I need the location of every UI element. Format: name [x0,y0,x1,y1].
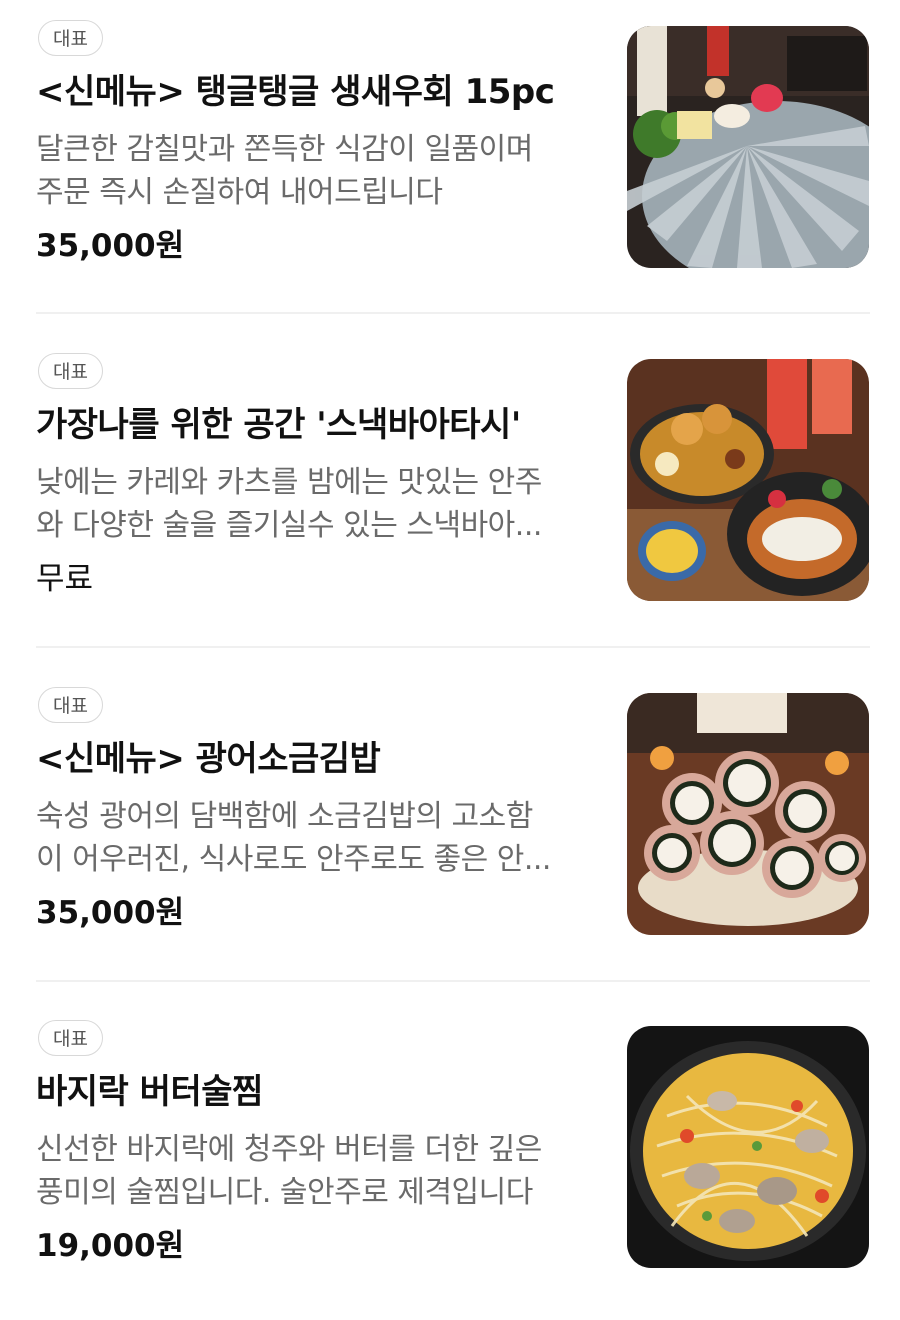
menu-item-description: 신선한 바지락에 청주와 버터를 더한 깊은 풍미의 술찜입니다. 술안주로 제… [36,1128,596,1214]
menu-list: 대표 <신메뉴> 탱글탱글 생새우회 15pc 달큰한 감칠맛과 쫀득한 식감이… [0,0,900,1312]
menu-item-photo[interactable] [627,359,869,601]
description-line: 주문 즉시 손질하여 내어드립니다 [36,175,443,210]
menu-item-title: 가장나를 위한 공간 '스낵바아타시' [36,405,521,445]
menu-item-flatfish-salt-gimbap[interactable]: 대표 <신메뉴> 광어소금김밥 숙성 광어의 담백함에 소금김밥의 고소함 이 … [0,687,900,987]
menu-item-description: 숙성 광어의 담백함에 소금김밥의 고소함 이 어우러진, 식사로도 안주로도 … [36,795,596,881]
menu-item-clam-butter-steamed[interactable]: 대표 바지락 버터술찜 신선한 바지락에 청주와 버터를 더한 깊은 풍미의 술… [0,1020,900,1320]
divider [36,646,870,648]
representative-badge: 대표 [38,1020,103,1056]
representative-badge: 대표 [38,687,103,723]
menu-item-photo[interactable] [627,693,869,935]
description-line: 풍미의 술찜입니다. 술안주로 제격입니다 [36,1175,533,1210]
divider [36,980,870,982]
menu-item-price: 35,000원 [36,895,185,931]
representative-badge: 대표 [38,353,103,389]
menu-item-description: 달큰한 감칠맛과 쫀득한 식감이 일품이며 주문 즉시 손질하여 내어드립니다 [36,128,596,214]
menu-item-shrimp-sashimi[interactable]: 대표 <신메뉴> 탱글탱글 생새우회 15pc 달큰한 감칠맛과 쫀득한 식감이… [0,20,900,320]
menu-item-snack-bar-atashi[interactable]: 대표 가장나를 위한 공간 '스낵바아타시' 낮에는 카레와 카츠를 밤에는 맛… [0,353,900,653]
menu-item-photo[interactable] [627,1026,869,1268]
menu-item-photo[interactable] [627,26,869,268]
menu-item-title: <신메뉴> 탱글탱글 생새우회 15pc [36,72,555,112]
menu-item-price: 무료 [36,561,94,597]
menu-item-price: 35,000원 [36,228,185,264]
description-line: 와 다양한 술을 즐기실수 있는 스낵바아... [36,508,542,543]
menu-item-title: <신메뉴> 광어소금김밥 [36,739,381,779]
menu-item-description: 낮에는 카레와 카츠를 밤에는 맛있는 안주 와 다양한 술을 즐기실수 있는 … [36,461,596,547]
description-line: 달큰한 감칠맛과 쫀득한 식감이 일품이며 [36,132,533,167]
menu-item-price: 19,000원 [36,1228,185,1264]
menu-item-title: 바지락 버터술찜 [36,1072,263,1112]
description-line: 낮에는 카레와 카츠를 밤에는 맛있는 안주 [36,465,542,500]
description-line: 이 어우러진, 식사로도 안주로도 좋은 안... [36,842,551,877]
divider [36,312,870,314]
representative-badge: 대표 [38,20,103,56]
description-line: 숙성 광어의 담백함에 소금김밥의 고소함 [36,799,533,834]
description-line: 신선한 바지락에 청주와 버터를 더한 깊은 [36,1132,542,1167]
